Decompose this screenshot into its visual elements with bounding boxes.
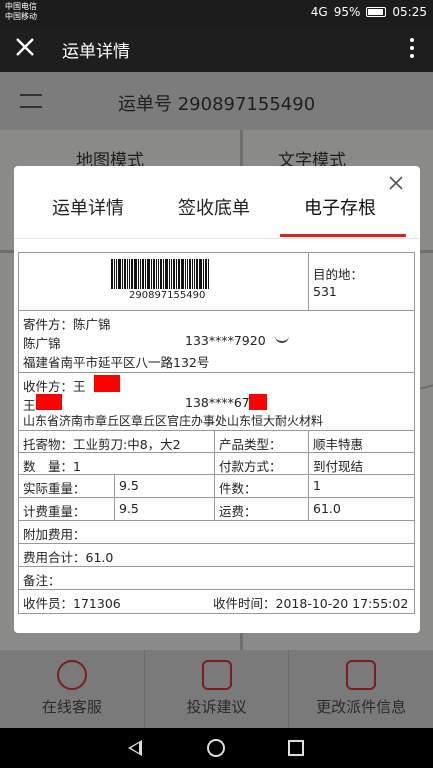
carrier-1: 中国电信: [5, 2, 37, 11]
home-icon[interactable]: [207, 739, 225, 757]
carrier-info: 中国电信 中国移动: [5, 2, 37, 22]
billed-weight-row: 计费重量： 9.5 运费： 61.0: [19, 498, 414, 521]
status-bar: 中国电信 中国移动 4G 95% 05:25: [0, 0, 433, 26]
tab-signed-receipt[interactable]: 签收底单: [176, 194, 252, 220]
receiver-name: 王: [73, 379, 86, 394]
receiver-address: 山东省济南市章丘区章丘区官庄办事处山东恒大耐火材料: [23, 414, 324, 428]
receiver-phone: 138****67: [185, 395, 250, 410]
more-menu-icon[interactable]: [409, 38, 415, 60]
close-icon[interactable]: [14, 36, 36, 58]
status-right: 4G 95% 05:25: [311, 5, 427, 19]
back-icon[interactable]: [128, 740, 142, 756]
dialog-tabs: 运单详情 签收底单 电子存根: [14, 194, 420, 238]
barcode: [111, 259, 217, 289]
remark-row: 备注：: [19, 567, 414, 590]
courier-value: 171306: [73, 596, 121, 611]
online-service-label: 在线客服: [41, 698, 102, 716]
remark-label: 备注：: [23, 573, 61, 588]
sender-name-2: 陈广锦: [23, 336, 61, 351]
goods-label: 托寄物：: [23, 437, 74, 452]
sender-name: 陈广锦: [73, 317, 111, 332]
quantity-label: 数 量：: [23, 459, 74, 474]
receiver-row: 收件方：王 王 138****67 山东省济南市章丘区章丘区官庄办事处山东恒大耐…: [19, 373, 414, 431]
edit-icon: [201, 660, 232, 690]
change-delivery-label: 更改派件信息: [316, 698, 407, 716]
recent-apps-icon[interactable]: [288, 740, 304, 756]
billed-weight-label: 计费重量：: [23, 504, 86, 519]
product-type-label: 产品类型：: [219, 437, 282, 452]
complaint-label: 投诉建议: [186, 698, 247, 716]
actual-weight-label: 实际重量：: [23, 481, 86, 496]
goods-value: 工业剪刀:中8，大2: [73, 437, 181, 452]
complaint-button[interactable]: 投诉建议: [145, 650, 290, 728]
close-icon[interactable]: [388, 175, 404, 191]
actual-weight-row: 实际重量： 9.5 件数： 1: [19, 475, 414, 498]
active-tab-indicator: [280, 234, 406, 237]
receiver-label: 收件方：: [23, 379, 74, 394]
barcode-row: 290897155490 目的地： 531: [19, 253, 414, 311]
extra-fee-row: 附加费用：: [19, 521, 414, 544]
sender-label: 寄件方：: [23, 317, 74, 332]
battery-icon: [366, 7, 387, 17]
menu-icon[interactable]: [20, 94, 42, 108]
clock: 05:25: [392, 5, 427, 19]
goods-row: 托寄物：工业剪刀:中8，大2 产品类型： 顺丰特惠: [19, 431, 414, 474]
stub-dialog: 运单详情 签收底单 电子存根 290897155490 目的地： 531 寄件方…: [14, 166, 420, 633]
total-fee-value: 61.0: [85, 550, 114, 565]
payment-value: 到付现结: [313, 459, 364, 474]
freight-label: 运费：: [219, 504, 257, 519]
barcode-number: 290897155490: [129, 290, 206, 301]
pickup-time-value: 2018-10-20 17:55:02: [275, 596, 409, 611]
package-icon: [346, 660, 377, 690]
change-delivery-button[interactable]: 更改派件信息: [289, 650, 433, 728]
app-title: 运单详情: [62, 42, 130, 62]
online-service-button[interactable]: 在线客服: [0, 650, 145, 728]
bottom-actions: 在线客服 投诉建议 更改派件信息: [0, 650, 433, 728]
pieces-value: 1: [313, 478, 321, 493]
pieces-label: 件数：: [219, 481, 257, 496]
network-label: 4G: [310, 5, 328, 19]
redaction-mark: [94, 375, 120, 392]
waybill-number: 运单号 290897155490: [118, 94, 316, 115]
electronic-stub-form: 290897155490 目的地： 531 寄件方：陈广锦 陈广锦 133***…: [18, 252, 415, 614]
quantity-row: 数 量：1 付款方式： 到付现结: [19, 453, 414, 475]
extra-fee-label: 附加费用：: [23, 527, 86, 542]
product-type-value: 顺丰特惠: [313, 437, 364, 452]
pickup-time-label: 收件时间：: [213, 596, 276, 611]
quantity-value: 1: [73, 459, 81, 474]
show-phone-icon[interactable]: [275, 336, 289, 343]
sender-row: 寄件方：陈广锦 陈广锦 133****7920 福建省南平市延平区八一路132号: [19, 311, 414, 373]
tab-waybill-detail[interactable]: 运单详情: [50, 194, 126, 220]
actual-weight-value: 9.5: [119, 478, 139, 493]
redaction-mark: [36, 394, 62, 410]
tab-electronic-stub[interactable]: 电子存根: [302, 194, 378, 220]
courier-label: 收件员：: [23, 596, 74, 611]
sender-address: 福建省南平市延平区八一路132号: [23, 355, 210, 370]
total-fee-row: 费用合计：61.0: [19, 544, 414, 567]
sender-phone: 133****7920: [185, 333, 266, 348]
courier-row: 收件员：171306 收件时间：2018-10-20 17:55:02: [19, 590, 414, 613]
freight-value: 61.0: [313, 501, 341, 516]
total-fee-label: 费用合计：: [23, 550, 86, 565]
battery-percent: 95%: [333, 5, 361, 19]
system-nav-bar: [0, 728, 433, 768]
headset-icon: [56, 660, 87, 690]
destination-label: 目的地：: [313, 267, 364, 282]
billed-weight-value: 9.5: [119, 501, 139, 516]
waybill-header: 运单号 290897155490: [0, 72, 433, 130]
payment-label: 付款方式：: [219, 459, 282, 474]
app-bar: 运单详情: [0, 26, 433, 72]
carrier-2: 中国移动: [5, 12, 37, 21]
redaction-mark: [249, 394, 267, 410]
destination-value: 531: [313, 284, 337, 299]
